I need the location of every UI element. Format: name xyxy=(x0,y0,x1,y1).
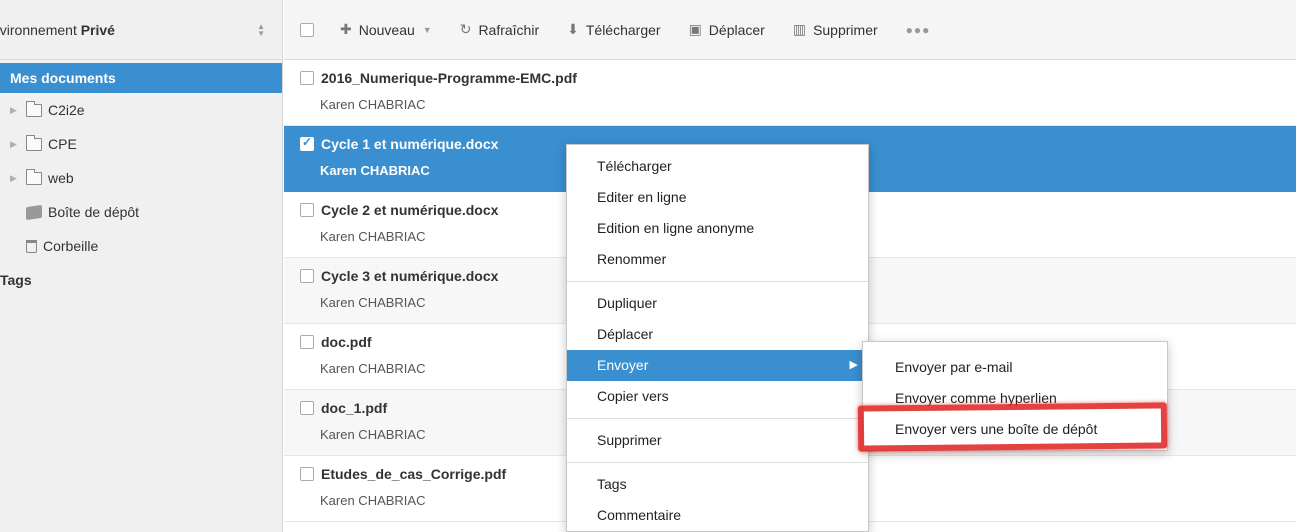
sidebar-item-tags[interactable]: Tags xyxy=(0,263,282,297)
send-submenu: Envoyer par e-mail Envoyer comme hyperli… xyxy=(862,341,1168,451)
row-checkbox[interactable] xyxy=(300,401,314,415)
refresh-button-label: Rafraîchir xyxy=(478,21,540,38)
file-name: Cycle 3 et numérique.docx xyxy=(321,268,499,284)
trash-icon xyxy=(26,239,37,253)
menu-item-commentaire[interactable]: Commentaire xyxy=(567,500,868,531)
file-name: doc_1.pdf xyxy=(321,400,388,416)
move-folder-icon: ▣ xyxy=(688,21,702,37)
menu-item-envoyer-hyperlien[interactable]: Envoyer comme hyperlien xyxy=(863,383,1167,414)
menu-item-envoyer[interactable]: Envoyer ▶ xyxy=(567,350,868,381)
row-checkbox-checked[interactable] xyxy=(300,135,314,151)
sidebar-item-label: Tags xyxy=(0,272,32,288)
environment-label: nvironnement xyxy=(0,21,77,38)
download-button[interactable]: ⬇ Télécharger xyxy=(567,21,660,38)
sidebar-item-label: Corbeille xyxy=(43,238,99,254)
menu-item-envoyer-boite-depot[interactable]: Envoyer vers une boîte de dépôt xyxy=(863,414,1167,445)
file-name: Cycle 2 et numérique.docx xyxy=(321,202,499,218)
expand-triangle-icon[interactable]: ▶ xyxy=(10,173,26,184)
sidebar-item-label: Mes documents xyxy=(10,70,116,86)
sidebar-item-mes-documents[interactable]: Mes documents xyxy=(0,63,282,93)
sidebar-item-boite-de-depot[interactable]: Boîte de dépôt xyxy=(0,195,282,229)
menu-item-renommer[interactable]: Renommer xyxy=(567,244,868,275)
sidebar-item-c2i2e[interactable]: ▶ C2i2e xyxy=(0,93,282,127)
environment-selector[interactable]: nvironnement Privé ▲ ▼ xyxy=(0,0,282,60)
trash-icon: ▥ xyxy=(792,21,807,37)
refresh-icon: ↻ xyxy=(459,21,472,37)
file-name: Etudes_de_cas_Corrige.pdf xyxy=(321,466,507,482)
menu-item-dupliquer[interactable]: Dupliquer xyxy=(567,288,868,319)
chevron-down-icon: ▼ xyxy=(422,24,432,35)
menu-item-supprimer[interactable]: Supprimer xyxy=(567,425,868,456)
file-name: Cycle 1 et numérique.docx xyxy=(321,136,499,152)
row-checkbox[interactable] xyxy=(300,203,314,217)
menu-item-copier-vers[interactable]: Copier vers xyxy=(567,381,868,412)
folder-icon xyxy=(26,100,42,117)
row-checkbox[interactable] xyxy=(300,71,314,85)
menu-item-label: Envoyer xyxy=(597,357,649,373)
select-all-checkbox[interactable] xyxy=(300,22,314,37)
sidebar-item-web[interactable]: ▶ web xyxy=(0,161,282,195)
refresh-button[interactable]: ↻ Rafraîchir xyxy=(460,21,539,38)
menu-item-tags[interactable]: Tags xyxy=(567,469,868,500)
menu-item-deplacer[interactable]: Déplacer xyxy=(567,319,868,350)
shared-folder-icon xyxy=(26,168,42,185)
expand-triangle-icon[interactable]: ▶ xyxy=(10,139,26,150)
menu-item-envoyer-email[interactable]: Envoyer par e-mail xyxy=(863,352,1167,383)
new-button-label: Nouveau xyxy=(358,21,415,38)
sidebar-item-corbeille[interactable]: Corbeille xyxy=(0,229,282,263)
download-button-label: Télécharger xyxy=(585,21,661,38)
more-options-icon[interactable]: ●●● xyxy=(906,23,931,37)
menu-item-telecharger[interactable]: Télécharger xyxy=(567,151,868,182)
expand-triangle-icon[interactable]: ▶ xyxy=(10,105,26,116)
delete-button[interactable]: ▥ Supprimer xyxy=(793,21,878,38)
row-checkbox[interactable] xyxy=(300,467,314,481)
delete-button-label: Supprimer xyxy=(813,21,878,38)
move-button-label: Déplacer xyxy=(708,21,765,38)
menu-item-editer-en-ligne[interactable]: Editer en ligne xyxy=(567,182,868,213)
new-button[interactable]: ✚ Nouveau ▼ xyxy=(340,21,432,38)
submenu-arrow-icon: ▶ xyxy=(849,359,858,371)
environment-value: Privé xyxy=(80,21,115,38)
download-arrow-icon: ⬇ xyxy=(567,21,579,37)
sidebar: nvironnement Privé ▲ ▼ Mes documents ▶ C2… xyxy=(0,0,283,532)
row-checkbox[interactable] xyxy=(300,269,314,283)
row-checkbox[interactable] xyxy=(300,335,314,349)
menu-divider xyxy=(567,418,868,419)
sidebar-item-label: Boîte de dépôt xyxy=(48,204,140,220)
file-name: 2016_Numerique-Programme-EMC.pdf xyxy=(321,70,577,86)
file-row[interactable]: 2016_Numerique-Programme-EMC.pdf Karen C… xyxy=(284,60,1296,126)
file-owner: Karen CHABRIAC xyxy=(320,97,426,112)
toolbar: ✚ Nouveau ▼ ↻ Rafraîchir ⬇ Télécharger ▣… xyxy=(284,0,1296,60)
move-button[interactable]: ▣ Déplacer xyxy=(689,21,765,38)
menu-item-edition-anonyme[interactable]: Edition en ligne anonyme xyxy=(567,213,868,244)
file-name: doc.pdf xyxy=(321,334,372,350)
menu-divider xyxy=(567,462,868,463)
folder-icon xyxy=(26,134,42,151)
menu-divider xyxy=(567,281,868,282)
plus-icon: ✚ xyxy=(340,21,352,37)
sidebar-item-cpe[interactable]: ▶ CPE xyxy=(0,127,282,161)
up-down-arrows-icon: ▲ ▼ xyxy=(257,22,265,38)
context-menu: Télécharger Editer en ligne Edition en l… xyxy=(566,144,869,532)
sidebar-item-label: web xyxy=(48,170,74,186)
sidebar-item-label: C2i2e xyxy=(48,102,85,118)
sidebar-item-label: CPE xyxy=(48,136,77,152)
dropbox-cube-icon xyxy=(26,204,42,220)
